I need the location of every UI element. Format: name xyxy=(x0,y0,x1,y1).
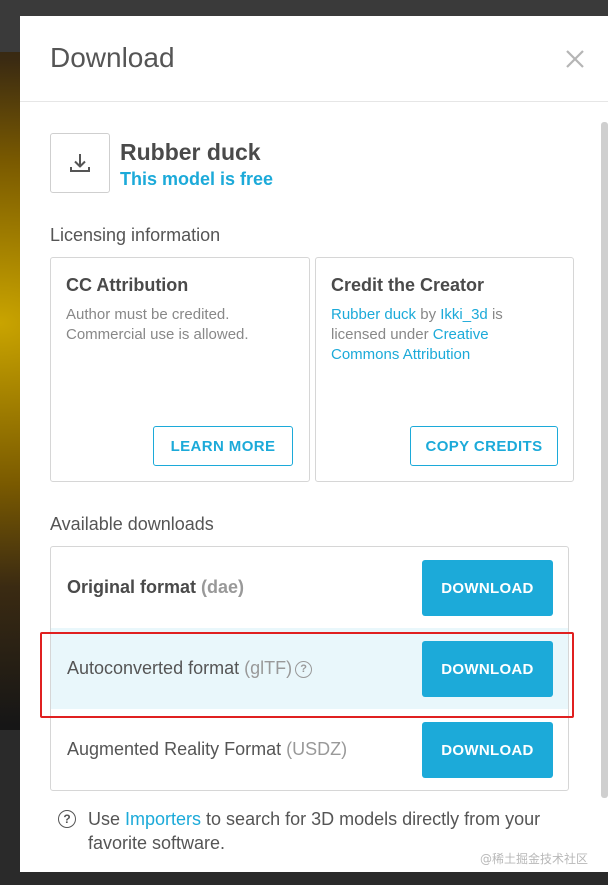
credit-by-text: by xyxy=(416,306,441,323)
credit-card-text: Rubber duck by Ikki_3d is licensed under… xyxy=(331,305,561,365)
download-original-button[interactable]: DOWNLOAD xyxy=(422,560,553,616)
learn-more-button[interactable]: LEARN MORE xyxy=(153,426,293,466)
license-card: CC Attribution Author must be credited. … xyxy=(50,257,310,482)
scrollbar[interactable] xyxy=(601,122,608,798)
credit-card-title: Credit the Creator xyxy=(331,275,485,295)
licensing-section-label: Licensing information xyxy=(50,225,221,245)
download-usdz-button[interactable]: DOWNLOAD xyxy=(422,722,553,778)
download-icon xyxy=(50,133,110,193)
download-row-original: Original format (dae) DOWNLOAD xyxy=(51,547,568,628)
download-row-autoconverted: Autoconverted format (glTF)? DOWNLOAD xyxy=(51,628,568,709)
format-name: Autoconverted format xyxy=(67,658,240,678)
model-price-status: This model is free xyxy=(120,169,274,189)
downloads-section-label: Available downloads xyxy=(50,514,214,534)
model-summary: Rubber duck This model is free xyxy=(50,133,550,193)
format-extension: (glTF) xyxy=(244,658,293,678)
author-link[interactable]: Ikki_3d xyxy=(440,306,488,323)
format-extension: (USDZ) xyxy=(286,739,348,759)
model-link[interactable]: Rubber duck xyxy=(331,306,416,323)
modal-header: Download xyxy=(20,16,608,102)
importers-note: ? Use Importers to search for 3D models … xyxy=(58,807,578,855)
copy-credits-button[interactable]: COPY CREDITS xyxy=(410,426,558,466)
model-name: Rubber duck xyxy=(120,139,261,165)
download-autoconverted-button[interactable]: DOWNLOAD xyxy=(422,641,553,697)
format-name: Original format xyxy=(67,577,197,597)
downloads-list: Original format (dae) DOWNLOAD Autoconve… xyxy=(50,546,569,791)
format-extension: (dae) xyxy=(201,577,245,597)
download-row-label: Autoconverted format (glTF)? xyxy=(67,658,313,679)
importers-note-text: Use Importers to search for 3D models di… xyxy=(58,807,578,855)
importers-link[interactable]: Importers xyxy=(125,809,201,829)
format-name: Augmented Reality Format xyxy=(67,739,282,759)
watermark: @稀土掘金技术社区 xyxy=(479,852,588,866)
download-row-label: Augmented Reality Format (USDZ) xyxy=(67,739,347,760)
license-card-text: Author must be credited. Commercial use … xyxy=(66,306,249,343)
help-circle-icon: ? xyxy=(58,810,76,828)
license-card-title: CC Attribution xyxy=(66,275,189,295)
help-circle-icon[interactable]: ? xyxy=(295,660,313,678)
download-row-usdz: Augmented Reality Format (USDZ) DOWNLOAD xyxy=(51,709,568,790)
close-icon[interactable] xyxy=(562,46,588,72)
download-modal: Download Rubber duck This model is free … xyxy=(20,16,608,872)
note-prefix: Use xyxy=(88,809,126,829)
download-row-label: Original format (dae) xyxy=(67,577,244,598)
modal-title: Download xyxy=(50,42,175,73)
credit-card: Credit the Creator Rubber duck by Ikki_3… xyxy=(315,257,574,482)
